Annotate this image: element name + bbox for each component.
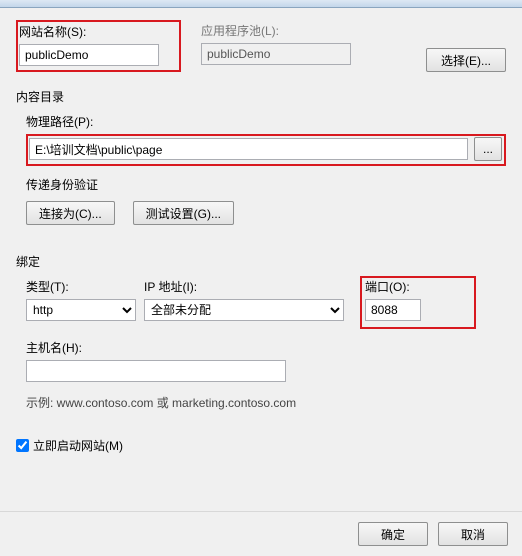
port-input[interactable] — [365, 299, 421, 321]
auto-start-checkbox[interactable] — [16, 439, 29, 452]
physical-path-label: 物理路径(P): — [26, 113, 506, 130]
hostname-example: 示例: www.contoso.com 或 marketing.contoso.… — [26, 394, 506, 411]
select-app-pool-button[interactable]: 选择(E)... — [426, 48, 506, 72]
port-label: 端口(O): — [365, 278, 421, 295]
hostname-label: 主机名(H): — [26, 339, 506, 356]
content-directory-group: 内容目录 物理路径(P): ... 传递身份验证 连接为(C)... 测试设置(… — [16, 88, 506, 225]
site-name-label: 网站名称(S): — [19, 23, 176, 40]
add-website-dialog: 网站名称(S): 应用程序池(L): 选择(E)... 内容目录 物理路径(P)… — [0, 8, 522, 556]
binding-title: 绑定 — [16, 253, 506, 270]
auto-start-label: 立即启动网站(M) — [33, 437, 123, 454]
hostname-input[interactable] — [26, 360, 286, 382]
type-select[interactable]: http — [26, 299, 136, 321]
content-directory-title: 内容目录 — [16, 88, 506, 105]
binding-group: 绑定 类型(T): http IP 地址(I): 全部未分配 端 — [16, 253, 506, 411]
connect-as-button[interactable]: 连接为(C)... — [26, 201, 115, 225]
app-pool-input — [201, 43, 351, 65]
ip-select[interactable]: 全部未分配 — [144, 299, 344, 321]
app-pool-label: 应用程序池(L): — [201, 22, 376, 39]
cancel-button[interactable]: 取消 — [438, 522, 508, 546]
site-name-input[interactable] — [19, 44, 159, 66]
ip-label: IP 地址(I): — [144, 278, 344, 295]
ok-button[interactable]: 确定 — [358, 522, 428, 546]
auto-start-row: 立即启动网站(M) — [16, 437, 506, 454]
physical-path-input[interactable] — [29, 138, 468, 160]
top-row: 网站名称(S): 应用程序池(L): 选择(E)... — [16, 22, 506, 72]
dialog-footer: 确定 取消 — [0, 511, 522, 556]
window-titlebar — [0, 0, 522, 8]
browse-path-button[interactable]: ... — [474, 137, 502, 161]
type-label: 类型(T): — [26, 278, 136, 295]
test-settings-button[interactable]: 测试设置(G)... — [133, 201, 234, 225]
auth-title: 传递身份验证 — [26, 176, 506, 193]
